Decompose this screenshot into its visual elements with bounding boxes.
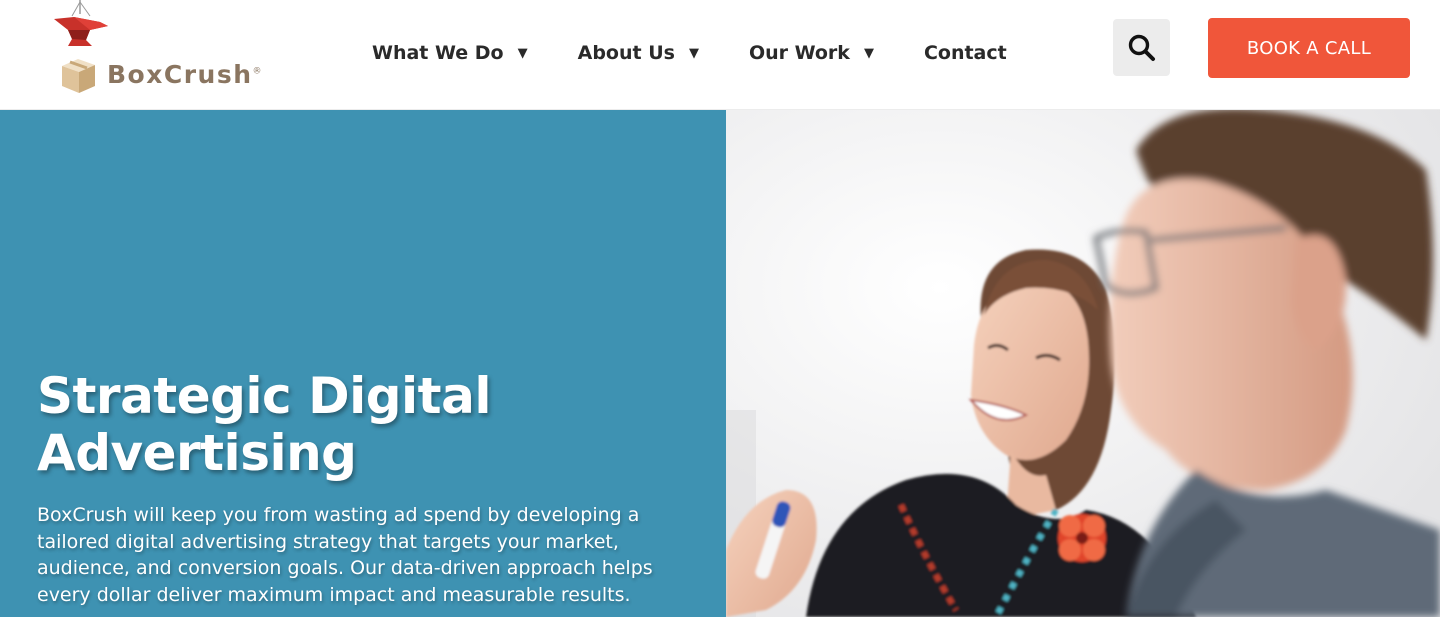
caret-down-icon: ▼: [688, 45, 699, 61]
caret-down-icon: ▼: [517, 45, 528, 61]
logo[interactable]: BoxCrush®: [50, 0, 280, 100]
nav-item-about-us[interactable]: About Us ▼: [578, 42, 699, 64]
hero-title-line-2: Advertising: [37, 424, 357, 482]
nav-item-contact[interactable]: Contact: [924, 42, 1007, 64]
main-nav: What We Do ▼ About Us ▼ Our Work ▼ Conta…: [372, 38, 1007, 68]
site-header: BoxCrush® What We Do ▼ About Us ▼ Our Wo…: [0, 0, 1440, 110]
nav-item-label: What We Do: [372, 42, 504, 64]
nav-item-what-we-do[interactable]: What We Do ▼: [372, 42, 528, 64]
hero-text-panel: Strategic Digital Advertising BoxCrush w…: [0, 110, 726, 617]
logo-wordmark: BoxCrush®: [107, 60, 262, 89]
hero-photo: [726, 110, 1440, 617]
search-icon: [1128, 34, 1155, 61]
book-a-call-button[interactable]: BOOK A CALL: [1208, 18, 1410, 78]
nav-item-label: About Us: [577, 42, 675, 64]
hero-description: BoxCrush will keep you from wasting ad s…: [37, 504, 653, 607]
caret-down-icon: ▼: [863, 45, 874, 61]
search-button[interactable]: [1113, 19, 1170, 76]
photo-two-people-smiling: [726, 110, 1440, 617]
nav-item-label: Our Work: [748, 42, 850, 64]
logo-wordmark-text: BoxCrush: [107, 60, 253, 89]
nav-item-label: Contact: [923, 42, 1007, 64]
nav-item-our-work[interactable]: Our Work ▼: [749, 42, 874, 64]
hero-title: Strategic Digital Advertising: [37, 368, 697, 482]
hero-title-line-1: Strategic Digital: [37, 367, 491, 425]
registered-mark: ®: [252, 66, 262, 77]
